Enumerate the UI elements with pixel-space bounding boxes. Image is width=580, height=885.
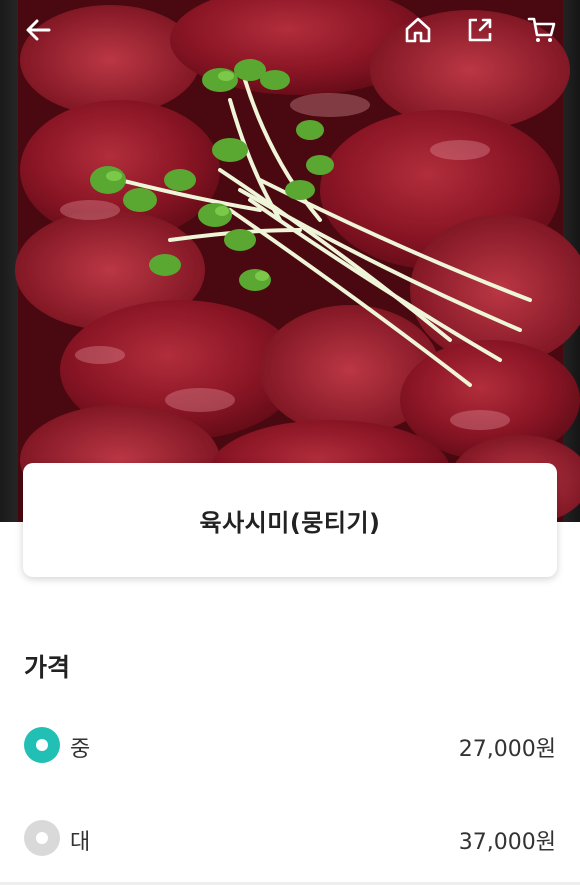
product-name: 육사시미(뭉티기) [199,508,381,537]
arrow-left-icon [26,19,51,41]
share-icon [468,18,492,42]
radio-selected[interactable] [24,727,60,763]
option-price: 27,000원 [458,737,556,762]
cart-button[interactable] [524,12,560,48]
home-button[interactable] [400,12,436,48]
cart-icon [527,17,556,42]
product-photo [0,0,580,522]
radio-dot [36,832,48,844]
option-price: 37,000원 [458,830,556,855]
price-option-medium[interactable]: 중 27,000원 [0,715,580,775]
top-navigation-bar [0,0,580,62]
product-title-card: 육사시미(뭉티기) [23,463,557,577]
option-label: 중 [70,737,91,762]
share-button[interactable] [462,12,498,48]
price-section-title: 가격 [24,653,71,682]
home-icon [405,17,431,43]
option-label: 대 [70,830,91,855]
product-image [0,0,580,522]
back-button[interactable] [20,12,56,48]
radio-dot [36,739,48,751]
price-option-large[interactable]: 대 37,000원 [0,808,580,868]
radio-unselected[interactable] [24,820,60,856]
